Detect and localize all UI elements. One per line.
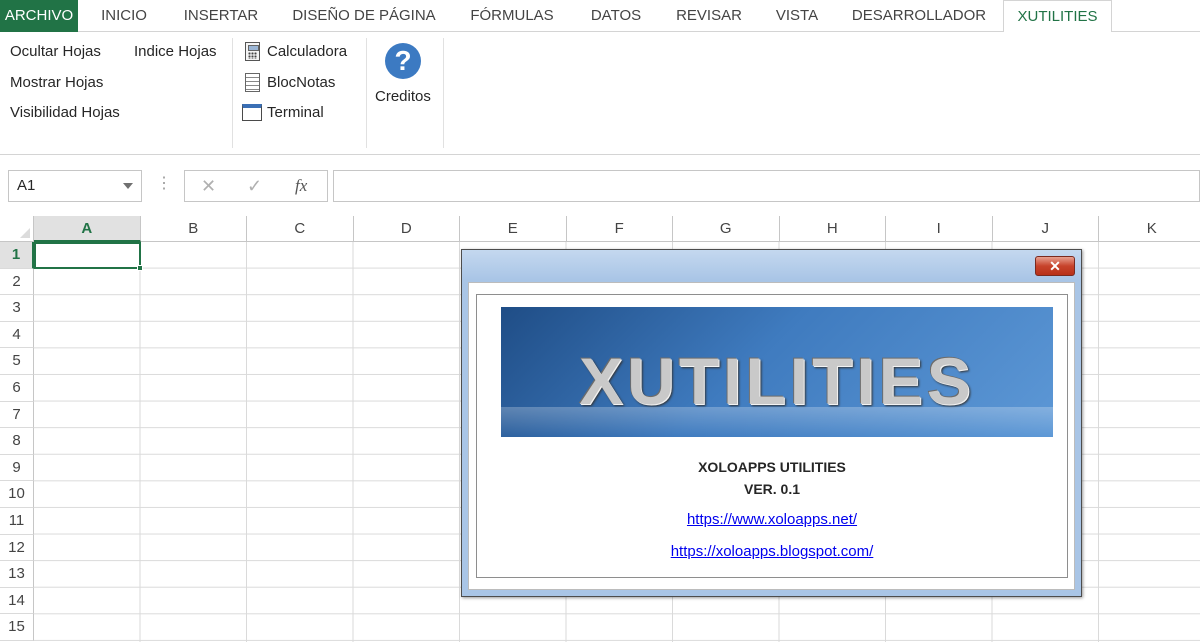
visibilidad-hojas-button[interactable]: Visibilidad Hojas <box>10 104 120 121</box>
row-header[interactable]: 14 <box>0 587 34 615</box>
ribbon-xutilities: Ocultar Hojas Indice Hojas Mostrar Hojas… <box>0 32 1200 155</box>
formula-buttons: ✕ ✓ fx <box>184 170 328 202</box>
ribbon-tab-bar: ARCHIVO INICIO INSERTAR DISEÑO DE PÁGINA… <box>0 0 1200 33</box>
notepad-icon <box>245 73 260 92</box>
column-header[interactable]: E <box>460 216 567 242</box>
help-icon: ? <box>385 43 421 79</box>
ribbon-group-separator <box>366 38 367 148</box>
tab-archivo[interactable]: ARCHIVO <box>0 0 78 32</box>
tab-desarrollador[interactable]: DESARROLLADOR <box>840 0 998 32</box>
column-header[interactable]: B <box>140 216 247 242</box>
dialog-content: XUTILITIES XOLOAPPS UTILITIES VER. 0.1 h… <box>468 282 1075 590</box>
chevron-down-icon[interactable] <box>123 183 133 189</box>
cancel-icon[interactable]: ✕ <box>201 175 216 197</box>
column-header[interactable]: D <box>353 216 460 242</box>
row-header[interactable]: 6 <box>0 375 34 402</box>
terminal-button[interactable]: Terminal <box>242 102 358 124</box>
formula-bar-grip-icon[interactable]: ⋮ <box>156 174 172 194</box>
credits-dialog: ✕ XUTILITIES XOLOAPPS UTILITIES VER. 0.1… <box>461 249 1082 597</box>
formula-input[interactable] <box>333 170 1200 202</box>
row-header[interactable]: 3 <box>0 295 34 322</box>
creditos-button[interactable]: ? Creditos <box>372 40 438 112</box>
row-header[interactable]: 2 <box>0 268 34 296</box>
product-version: VER. 0.1 <box>743 481 801 497</box>
column-header[interactable]: J <box>992 216 1099 242</box>
indice-hojas-button[interactable]: Indice Hojas <box>134 43 217 60</box>
row-header[interactable]: 13 <box>0 561 34 588</box>
row-header[interactable]: 15 <box>0 614 34 641</box>
tab-inicio[interactable]: INICIO <box>84 0 164 32</box>
row-header[interactable]: 12 <box>0 534 34 562</box>
dialog-frame: XUTILITIES XOLOAPPS UTILITIES VER. 0.1 h… <box>476 294 1068 578</box>
blog-link[interactable]: https://xoloapps.blogspot.com/ <box>477 543 1067 560</box>
column-header[interactable]: F <box>566 216 673 242</box>
column-header[interactable]: H <box>779 216 886 242</box>
excel-window: ARCHIVO INICIO INSERTAR DISEÑO DE PÁGINA… <box>0 0 1200 642</box>
row-header[interactable]: 11 <box>0 508 34 535</box>
close-icon: ✕ <box>1049 258 1061 274</box>
product-title: XOLOAPPS UTILITIES <box>698 459 846 475</box>
insert-function-icon[interactable]: fx <box>295 175 307 197</box>
row-header[interactable]: 7 <box>0 401 34 429</box>
terminal-icon <box>242 104 262 121</box>
column-header[interactable]: G <box>673 216 780 242</box>
ribbon-group-separator <box>443 38 444 148</box>
row-header[interactable]: 5 <box>0 348 34 375</box>
banner-reflection <box>501 407 1053 437</box>
tab-xutilities[interactable]: XUTILITIES <box>1003 0 1112 33</box>
tab-revisar[interactable]: REVISAR <box>664 0 754 32</box>
select-all-corner[interactable] <box>0 216 34 242</box>
ocultar-hojas-button[interactable]: Ocultar Hojas <box>10 43 101 60</box>
formula-bar: A1 ⋮ ✕ ✓ fx <box>0 156 1200 216</box>
blocnotas-label: BlocNotas <box>267 74 336 91</box>
column-header[interactable]: C <box>247 216 354 242</box>
row-header[interactable]: 9 <box>0 454 34 482</box>
name-box[interactable]: A1 <box>8 170 142 202</box>
terminal-label: Terminal <box>267 104 324 121</box>
column-header[interactable]: I <box>886 216 993 242</box>
column-header[interactable]: K <box>1099 216 1200 242</box>
calculator-icon <box>245 42 260 61</box>
xutilities-banner-logo: XUTILITIES <box>501 307 1053 437</box>
calculadora-label: Calculadora <box>267 43 348 60</box>
calculadora-button[interactable]: Calculadora <box>242 41 358 63</box>
column-header[interactable]: A <box>34 216 141 242</box>
creditos-label: Creditos <box>375 88 431 105</box>
fill-handle[interactable] <box>137 265 143 271</box>
tab-formulas[interactable]: FÓRMULAS <box>458 0 566 32</box>
row-header[interactable]: 10 <box>0 481 34 508</box>
website-link[interactable]: https://www.xoloapps.net/ <box>477 511 1067 528</box>
tab-datos[interactable]: DATOS <box>576 0 656 32</box>
enter-check-icon[interactable]: ✓ <box>247 175 262 197</box>
tab-diseno-de-pagina[interactable]: DISEÑO DE PÁGINA <box>280 0 448 32</box>
row-header[interactable]: 1 <box>0 242 34 269</box>
blocnotas-button[interactable]: BlocNotas <box>242 72 358 94</box>
active-cell[interactable] <box>34 242 143 271</box>
row-header[interactable]: 4 <box>0 321 34 349</box>
mostrar-hojas-button[interactable]: Mostrar Hojas <box>10 74 103 91</box>
name-box-value: A1 <box>17 177 36 194</box>
close-button[interactable]: ✕ <box>1035 256 1075 276</box>
row-header[interactable]: 8 <box>0 428 34 455</box>
ribbon-group-separator <box>232 38 233 148</box>
tab-vista[interactable]: VISTA <box>762 0 832 32</box>
tab-insertar[interactable]: INSERTAR <box>170 0 272 32</box>
